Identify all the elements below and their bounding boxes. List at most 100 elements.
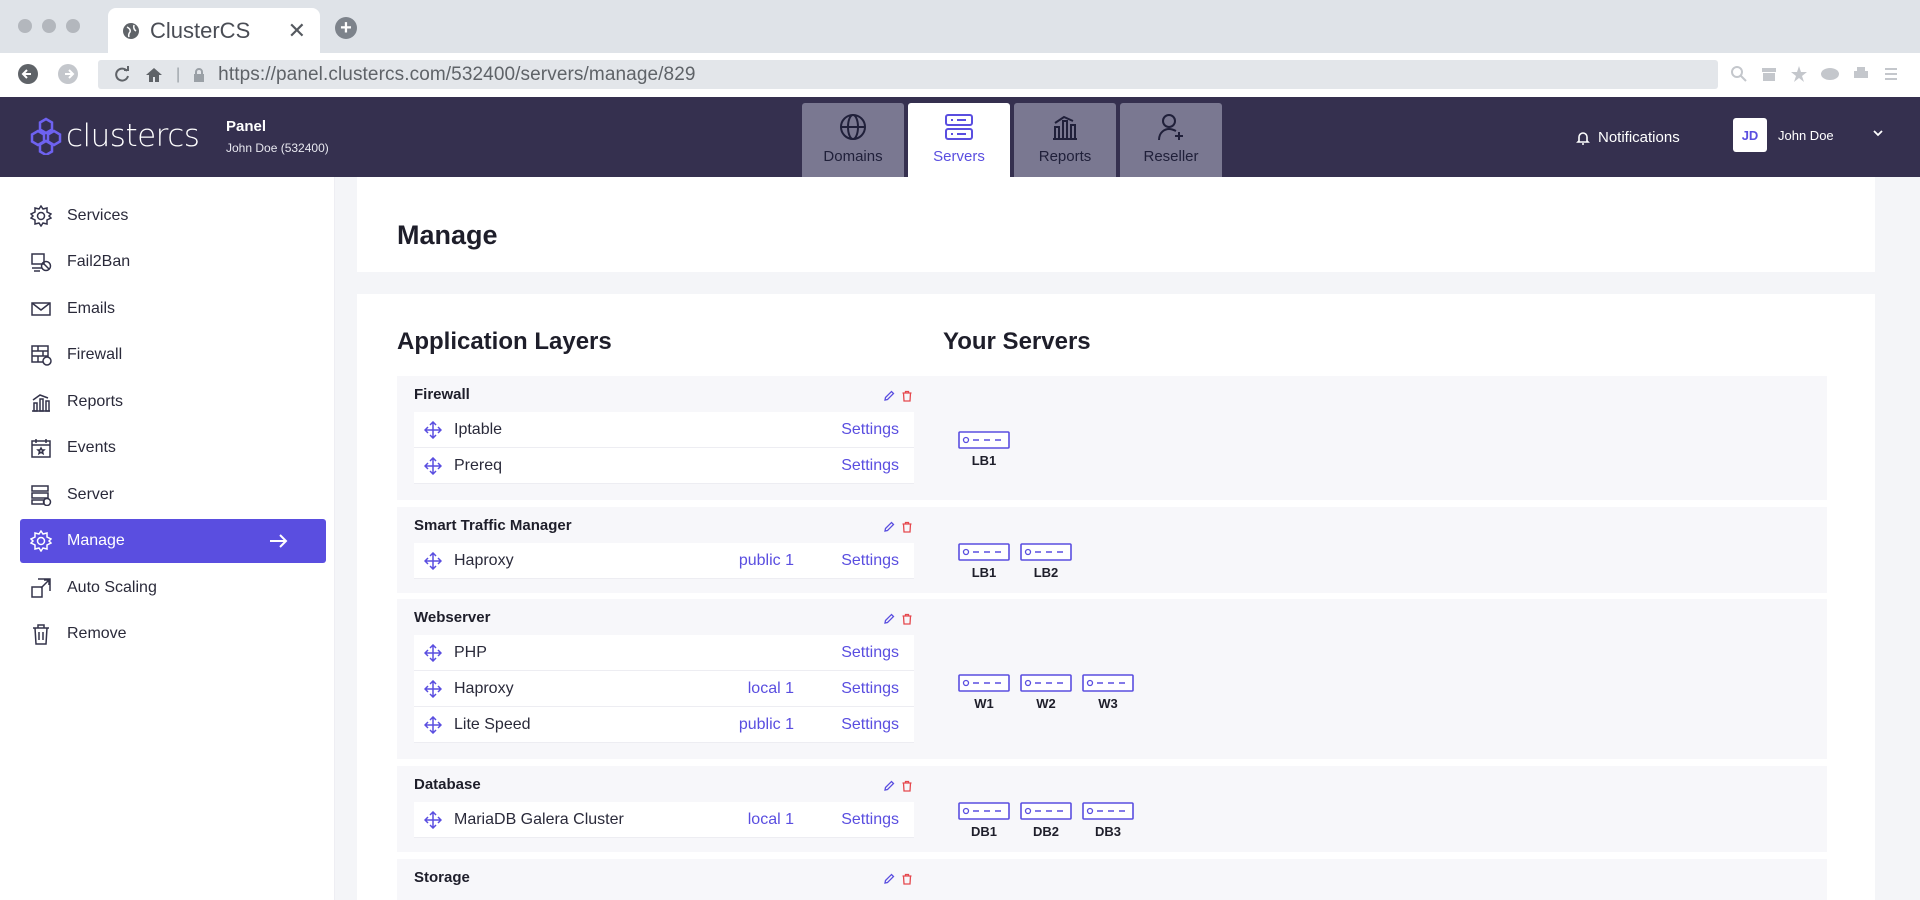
user-name[interactable]: John Doe [1778,128,1834,143]
move-icon[interactable] [424,551,442,570]
sidebar-item-fail2ban[interactable]: Fail2Ban [20,240,326,284]
home-icon[interactable] [144,65,164,85]
sidebar-item-label: Auto Scaling [67,579,157,596]
server-icon [958,431,1010,449]
layer-title: Webserver [414,609,491,626]
panel-label: Panel [226,118,267,135]
server-label: DB3 [1094,824,1121,839]
layer-actions [883,780,913,792]
settings-link[interactable]: Settings [841,811,899,829]
bell-icon [1576,131,1590,145]
menu-icon[interactable] [1882,65,1900,83]
server-list: LB1 [958,431,1010,468]
edit-icon[interactable] [883,780,895,792]
reload-icon[interactable] [112,65,132,85]
edit-icon[interactable] [883,521,895,533]
trash-icon[interactable] [901,873,913,885]
tab-reseller[interactable]: Reseller [1120,103,1222,177]
calendar-icon [31,439,51,458]
sidebar-item-emails[interactable]: Emails [20,287,326,331]
server-node[interactable]: W1 [958,674,1010,711]
server-icon [1020,674,1072,692]
move-icon[interactable] [424,679,442,698]
settings-link[interactable]: Settings [841,680,899,698]
move-icon[interactable] [424,420,442,439]
server-icon [1082,802,1134,820]
sidebar-item-label: Fail2Ban [67,253,131,270]
server-node[interactable]: LB1 [958,431,1010,468]
network-label: local 1 [747,810,794,828]
edit-icon[interactable] [883,613,895,625]
browser-tab[interactable]: ClusterCS ✕ [108,8,320,53]
firewall-icon [31,345,52,366]
server-label: LB2 [1033,565,1059,580]
server-node[interactable]: LB2 [1020,543,1072,580]
browser-tab-bar: ClusterCS ✕ + [0,0,1920,53]
your-servers-heading: Your Servers [943,328,1091,355]
settings-link[interactable]: Settings [841,644,899,662]
forward-icon[interactable] [57,63,79,85]
sidebar-item-events[interactable]: Events [20,426,326,470]
move-icon[interactable] [424,715,442,734]
close-icon[interactable]: ✕ [288,19,306,42]
avatar[interactable]: JD [1733,118,1767,152]
server-list: DB1 DB2 DB3 [958,802,1134,839]
star-icon[interactable] [1790,65,1808,83]
sidebar-item-services[interactable]: Services [20,194,326,238]
trash-icon[interactable] [901,613,913,625]
settings-link[interactable]: Settings [841,552,899,570]
trash-icon[interactable] [901,780,913,792]
back-icon[interactable] [17,63,39,85]
chevron-down-icon[interactable] [1872,127,1884,139]
sidebar-item-reports[interactable]: Reports [20,380,326,424]
tab-servers[interactable]: Servers [908,103,1010,177]
server-node[interactable]: W2 [1020,674,1072,711]
move-icon[interactable] [424,810,442,829]
sidebar-item-manage[interactable]: Manage [20,519,326,563]
trash-icon[interactable] [901,521,913,533]
tab-domains[interactable]: Domains [802,103,904,177]
move-icon[interactable] [424,456,442,475]
edit-icon[interactable] [883,390,895,402]
window-minimize-dot[interactable] [42,19,56,33]
server-node[interactable]: DB2 [1020,802,1072,839]
url-field[interactable]: | https://panel.clustercs.com/532400/ser… [98,60,1718,89]
print-icon[interactable] [1852,65,1870,83]
sidebar-item-label: Remove [67,625,127,642]
sidebar-item-auto-scaling[interactable]: Auto Scaling [20,566,326,610]
settings-link[interactable]: Settings [841,457,899,475]
layer-firewall: Firewall Iptable Settings Prereq Setting… [397,376,1827,500]
server-node[interactable]: LB1 [958,543,1010,580]
sidebar-item-label: Manage [67,532,125,549]
server-node[interactable]: W3 [1082,674,1134,711]
edit-icon[interactable] [883,873,895,885]
cloud-download-icon[interactable] [1820,65,1840,83]
sidebar-item-firewall[interactable]: Firewall [20,333,326,377]
new-tab-button[interactable]: + [335,17,357,39]
server-node[interactable]: DB3 [1082,802,1134,839]
server-label: DB1 [970,824,997,839]
notifications-button[interactable]: Notifications [1576,129,1680,146]
trash-icon[interactable] [901,390,913,402]
servers-icon [945,114,973,140]
list-item: Haproxy local 1 Settings [414,671,914,707]
lock-icon [194,67,205,82]
settings-link[interactable]: Settings [841,421,899,439]
sidebar-item-server[interactable]: Server [20,473,326,517]
move-icon[interactable] [424,643,442,662]
scale-icon [31,578,51,598]
zoom-icon[interactable] [1730,65,1748,83]
server-node[interactable]: DB1 [958,802,1010,839]
window-close-dot[interactable] [18,19,32,33]
panel-info: Panel John Doe (532400) [226,118,329,155]
tab-label: Reseller [1143,148,1199,165]
settings-link[interactable]: Settings [841,716,899,734]
list-item: Lite Speed public 1 Settings [414,707,914,743]
tab-reports[interactable]: Reports [1014,103,1116,177]
layer-smart-traffic-manager: Smart Traffic Manager Haproxy public 1 S… [397,507,1827,593]
archive-icon[interactable] [1760,65,1778,83]
sidebar-item-remove[interactable]: Remove [20,612,326,656]
logo[interactable]: clustercs [30,117,200,155]
window-zoom-dot[interactable] [66,19,80,33]
service-name: Prereq [454,456,503,474]
